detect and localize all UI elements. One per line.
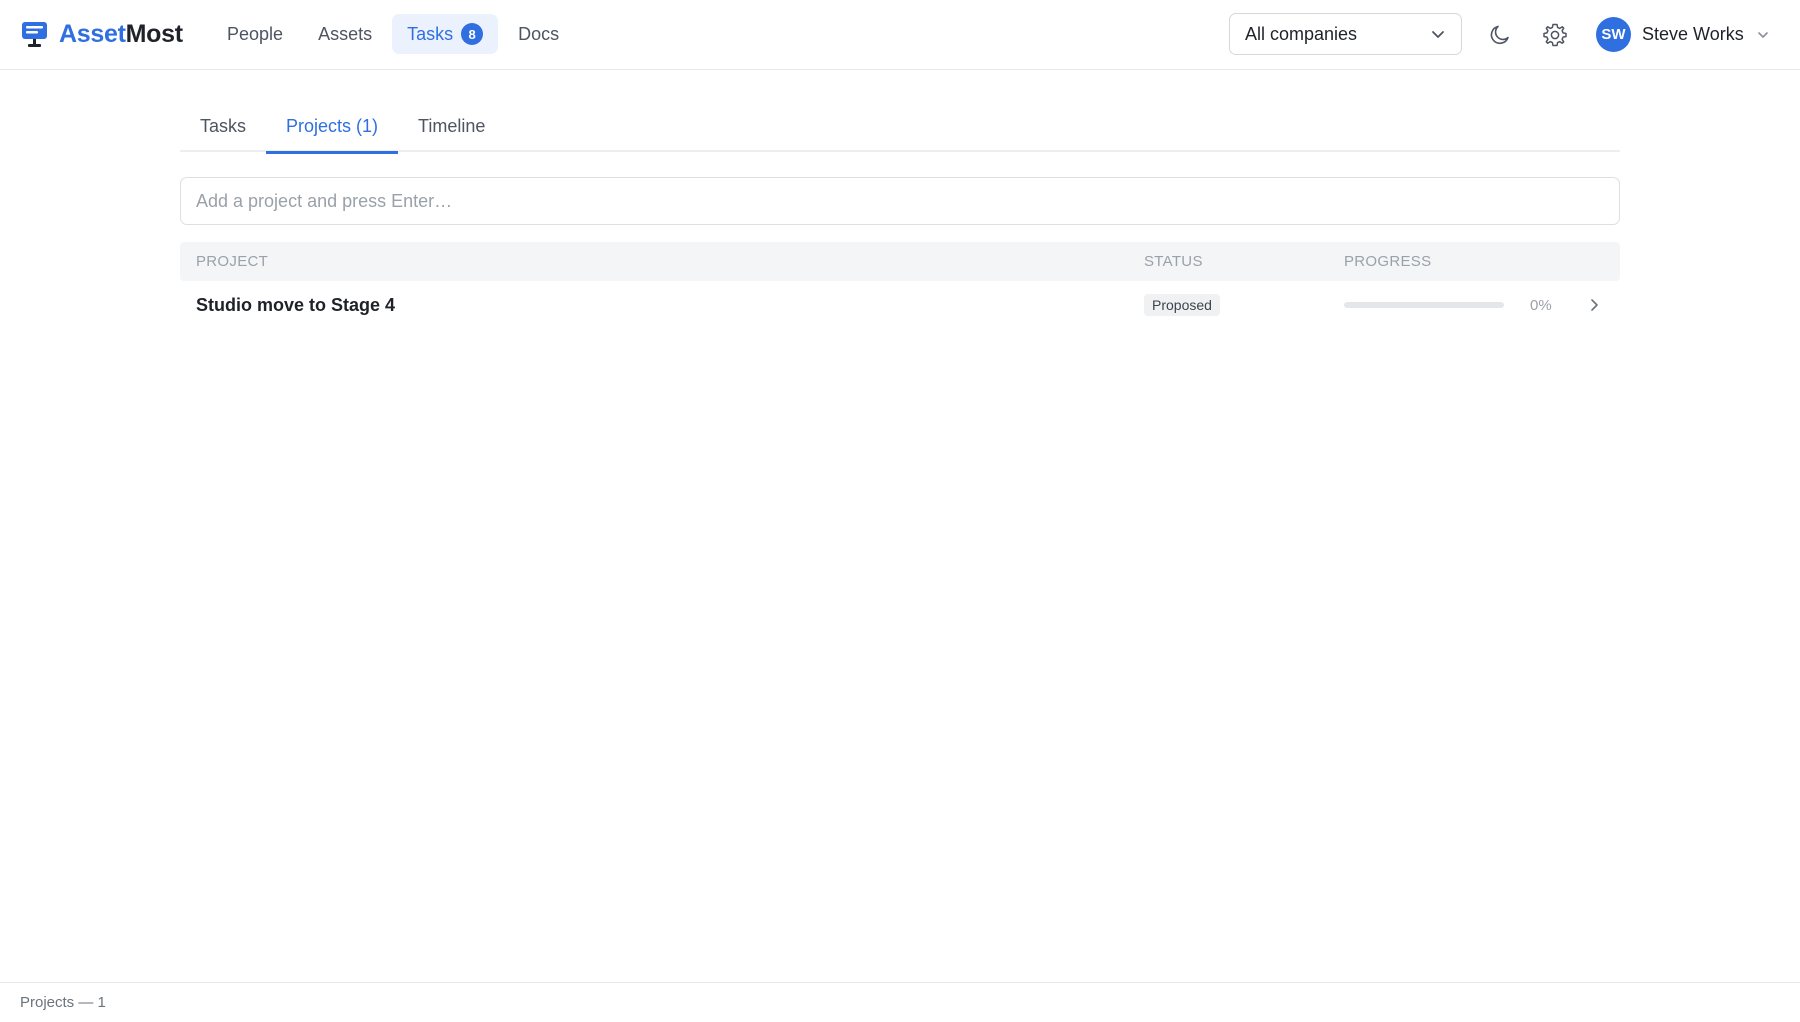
status-badge: Proposed	[1144, 294, 1220, 316]
app-name-part-2: Most	[125, 20, 183, 48]
nav-item-tasks[interactable]: Tasks 8	[392, 14, 499, 54]
gear-icon	[1543, 23, 1567, 47]
nav-item-label: Docs	[518, 23, 560, 44]
app-name-part-1: Asset	[59, 20, 126, 48]
dark-mode-button[interactable]	[1485, 20, 1515, 50]
chevron-down-icon	[1432, 31, 1444, 38]
top-navigation-bar: AssetMost People Assets Tasks 8 Docs All…	[0, 0, 1800, 70]
tab-label: Timeline	[418, 115, 486, 136]
table-header: PROJECT STATUS PROGRESS	[180, 242, 1620, 281]
app-logo[interactable]: AssetMost	[21, 20, 183, 49]
column-header-status: STATUS	[1144, 253, 1203, 270]
project-name[interactable]: Studio move to Stage 4	[196, 295, 395, 316]
nav-item-people[interactable]: People	[212, 14, 298, 54]
progress-bar	[1344, 302, 1504, 308]
chevron-right-icon[interactable]	[1586, 297, 1602, 313]
column-header-project: PROJECT	[196, 253, 269, 270]
tab-tasks[interactable]: Tasks	[180, 100, 266, 152]
nav-item-label: People	[227, 23, 284, 44]
user-name: Steve Works	[1642, 24, 1744, 44]
app-name: AssetMost	[59, 20, 183, 49]
footer-text: Projects — 1	[20, 994, 106, 1011]
tasks-count-badge: 8	[461, 23, 484, 45]
status-footer: Projects — 1	[0, 982, 1800, 1022]
nav-item-label: Tasks	[407, 23, 454, 44]
monitor-icon	[22, 22, 47, 47]
table-row[interactable]: Studio move to Stage 4 Proposed 0%	[180, 281, 1620, 329]
nav-item-assets[interactable]: Assets	[303, 14, 387, 54]
settings-button[interactable]	[1540, 20, 1570, 50]
chevron-down-icon	[1757, 31, 1768, 38]
add-project-input[interactable]	[180, 177, 1620, 225]
tab-timeline[interactable]: Timeline	[398, 100, 505, 152]
user-menu[interactable]: SW Steve Works	[1596, 17, 1770, 52]
column-header-progress: PROGRESS	[1344, 253, 1432, 270]
nav-item-label: Assets	[318, 23, 373, 44]
tab-label: Projects (1)	[286, 115, 379, 136]
avatar: SW	[1596, 17, 1631, 52]
tab-projects[interactable]: Projects (1)	[266, 100, 399, 154]
projects-table: PROJECT STATUS PROGRESS Studio move to S…	[180, 242, 1620, 329]
company-select-value: All companies	[1245, 23, 1358, 44]
moon-icon	[1490, 25, 1509, 44]
nav-item-docs[interactable]: Docs	[503, 14, 574, 54]
progress-percent: 0%	[1530, 296, 1552, 314]
company-select[interactable]: All companies	[1229, 13, 1462, 55]
main-nav: People Assets Tasks 8 Docs	[212, 14, 579, 54]
tab-label: Tasks	[200, 115, 247, 136]
view-tabs: Tasks Projects (1) Timeline	[180, 100, 1620, 154]
